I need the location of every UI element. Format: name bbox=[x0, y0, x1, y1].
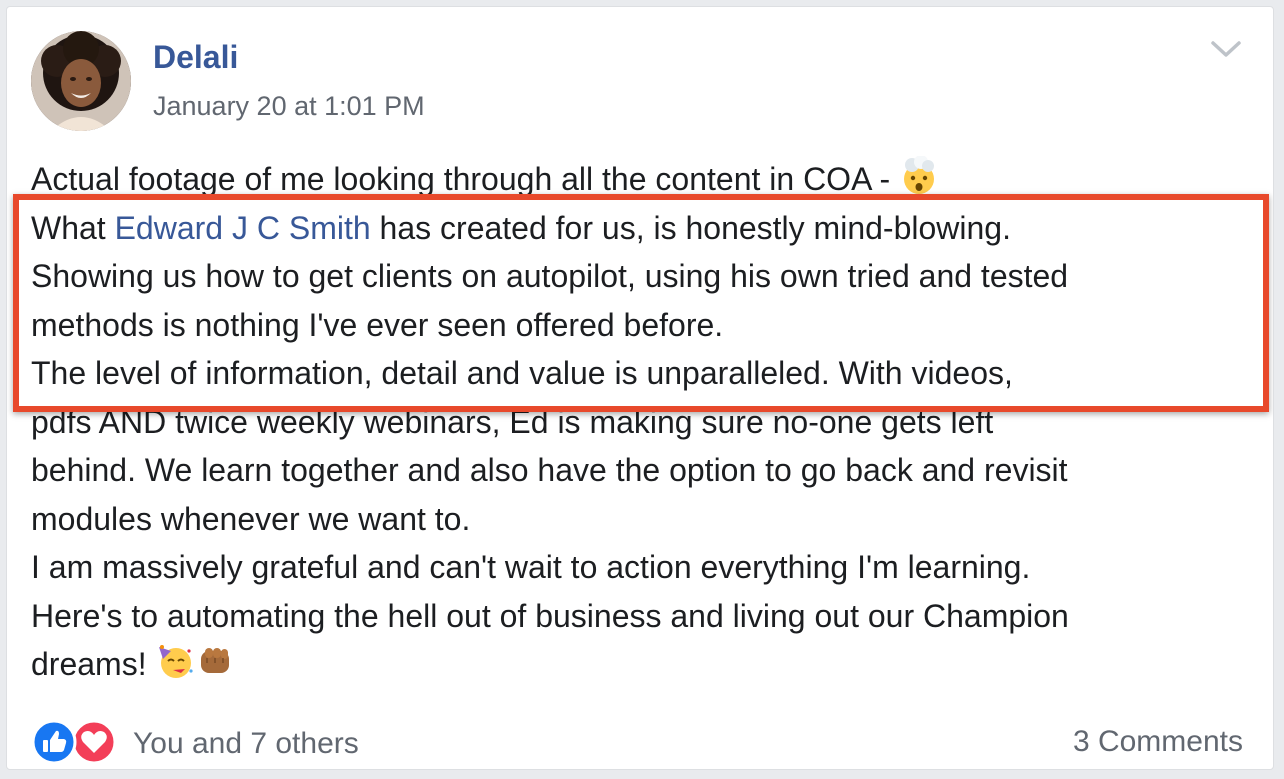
post-timestamp[interactable]: January 20 at 1:01 PM bbox=[153, 91, 425, 122]
post-line: The level of information, detail and val… bbox=[31, 355, 1013, 391]
like-icon[interactable] bbox=[31, 719, 77, 765]
exploding-head-emoji bbox=[899, 155, 939, 210]
post-line: Actual footage of me looking through all… bbox=[31, 155, 1261, 204]
author-name[interactable]: Delali bbox=[153, 39, 238, 76]
post-line: modules whenever we want to. bbox=[31, 500, 471, 537]
post-options-chevron-icon[interactable] bbox=[1209, 37, 1243, 61]
post-line: methods is nothing I've ever seen offere… bbox=[31, 306, 724, 343]
post-line: dreams! bbox=[31, 640, 1261, 689]
post-body: Actual footage of me looking through all… bbox=[31, 155, 1261, 689]
comments-count[interactable]: 3 Comments bbox=[1073, 725, 1243, 759]
love-icon[interactable] bbox=[71, 719, 117, 765]
post-text: What bbox=[31, 209, 115, 246]
fist-bump-emoji bbox=[195, 641, 235, 695]
post-text: dreams! bbox=[31, 646, 156, 682]
post-line: Here's to automating the hell out of bus… bbox=[31, 597, 1069, 634]
mention-link[interactable]: Edward J C Smith bbox=[115, 210, 371, 246]
post-line: behind. We learn together and also have … bbox=[31, 452, 1068, 488]
avatar[interactable] bbox=[31, 31, 131, 131]
avatar-image bbox=[31, 31, 131, 131]
partying-face-emoji bbox=[155, 641, 195, 695]
post-card: Delali January 20 at 1:01 PM Actual foot… bbox=[6, 6, 1274, 770]
post-line: What Edward J C Smith has created for us… bbox=[31, 204, 1261, 253]
post-line: pdfs AND twice weekly webinars, Ed is ma… bbox=[31, 403, 994, 440]
post-line: Showing us how to get clients on autopil… bbox=[31, 258, 1069, 294]
post-footer: You and 7 others 3 Comments bbox=[31, 717, 1243, 767]
post-line: I am massively grateful and can't wait t… bbox=[31, 549, 1031, 585]
post-text: Actual footage of me looking through all… bbox=[31, 161, 900, 197]
post-text: has created for us, is honestly mind-blo… bbox=[370, 209, 1011, 246]
reaction-count[interactable]: You and 7 others bbox=[133, 727, 359, 761]
